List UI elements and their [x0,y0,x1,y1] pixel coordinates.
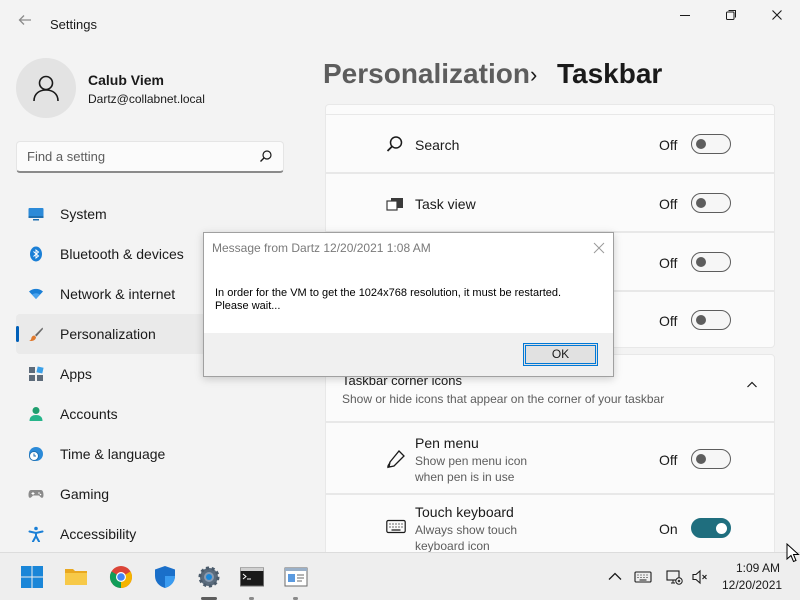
touch-keyboard-toggle[interactable] [691,518,731,538]
file-explorer-icon[interactable] [64,565,88,589]
sidebar-item-label: Bluetooth & devices [60,246,184,262]
task-view-icon [386,198,403,211]
keyboard-icon[interactable] [634,568,652,586]
section-subtitle: Show or hide icons that appear on the co… [342,392,665,406]
row-label: Task view [415,196,476,212]
system-info-icon[interactable] [284,565,308,589]
brush-icon [29,327,43,342]
pen-icon [387,450,405,469]
sidebar-item-accounts[interactable]: Accounts [16,394,306,434]
clock-time[interactable]: 1:09 AM [736,561,780,575]
sidebar-item-label: Gaming [60,486,110,502]
user-name: Calub Viem [88,72,164,88]
dialog-message-line: Please wait... [215,300,281,312]
breadcrumb-separator: › [530,62,538,87]
taskbar-item-task-view: Task view Off [325,173,775,232]
wifi-icon [29,288,43,299]
row-label: Pen menu [415,435,479,451]
start-icon[interactable] [20,565,44,589]
sidebar-item-label: Time & language [60,446,166,462]
widgets-toggle[interactable] [691,252,731,272]
network-icon[interactable] [665,568,683,586]
clock-date[interactable]: 12/20/2021 [722,578,782,592]
bluetooth-icon [30,246,42,262]
search-icon [386,136,403,152]
sidebar-item-system[interactable]: System [16,194,306,234]
user-email: Dartz@collabnet.local [88,92,205,106]
toggle-state: Off [659,452,678,468]
chrome-icon[interactable] [109,565,133,589]
speaker-muted-icon[interactable] [691,568,709,586]
search-toggle[interactable] [691,134,731,154]
sidebar-item-time-language[interactable]: Time & language [16,434,306,474]
settings-gear-icon[interactable] [197,565,221,589]
corner-item-pen-menu: Pen menu Show pen menu icon when pen is … [325,422,775,494]
avatar[interactable] [16,58,76,118]
clock-globe-icon [29,447,43,461]
sidebar-item-label: Accounts [60,406,118,422]
app-title: Settings [50,17,97,32]
sidebar-item-label: Accessibility [60,526,137,542]
search-icon[interactable] [259,149,273,168]
sidebar-item-label: System [60,206,107,222]
dialog-message-line: In order for the VM to get the 1024x768 … [215,287,562,299]
search-input[interactable] [17,142,247,170]
terminal-icon[interactable] [240,565,264,589]
card-top-edge [325,104,775,114]
toggle-state: On [659,521,678,537]
accounts-icon [29,407,43,421]
dialog-title: Message from Dartz 12/20/2021 1:08 AM [212,241,431,255]
taskbar-item-search: Search Off [325,114,775,173]
minimize-button[interactable] [670,6,700,28]
row-sublabel: Always show touch [415,523,518,537]
message-dialog: Message from Dartz 12/20/2021 1:08 AM In… [203,232,614,377]
task-view-toggle[interactable] [691,193,731,213]
toggle-state: Off [659,255,678,271]
toggle-state: Off [659,196,678,212]
accessibility-icon [28,526,44,542]
close-icon[interactable] [593,236,605,259]
sidebar-item-label: Personalization [60,326,156,342]
sidebar-item-label: Network & internet [60,286,176,302]
toggle-state: Off [659,137,678,153]
search-box [16,141,284,173]
mouse-cursor-icon [786,543,800,563]
breadcrumb-parent[interactable]: Personalization [323,58,530,90]
chat-toggle[interactable] [691,310,731,330]
keyboard-icon [386,519,406,534]
back-arrow-icon[interactable] [14,12,36,34]
row-label: Touch keyboard [415,504,514,520]
ok-button[interactable]: OK [523,343,598,366]
maximize-button[interactable] [716,6,746,28]
row-sublabel: when pen is in use [415,470,515,484]
title-bar: Settings [0,0,800,48]
chevron-up-icon[interactable] [606,568,624,586]
page-title: Taskbar [557,58,663,89]
chevron-up-icon[interactable] [746,379,758,391]
apps-icon [29,366,44,381]
row-sublabel: Show pen menu icon [415,454,528,468]
gamepad-icon [28,490,44,498]
dialog-message: In order for the VM to get the 1024x768 … [215,287,605,313]
system-icon [28,208,44,221]
sidebar-item-gaming[interactable]: Gaming [16,474,306,514]
security-shield-icon[interactable] [153,565,177,589]
close-button[interactable] [762,6,792,28]
corner-item-touch-keyboard: Touch keyboard Always show touch keyboar… [325,494,775,554]
sidebar-item-accessibility[interactable]: Accessibility [16,514,306,554]
row-label: Search [415,137,460,153]
toggle-state: Off [659,313,678,329]
user-icon [33,75,59,102]
pen-menu-toggle[interactable] [691,449,731,469]
sidebar-item-label: Apps [60,366,92,382]
dialog-footer: OK [204,333,613,376]
taskbar: 1:09 AM 12/20/2021 [0,552,800,600]
